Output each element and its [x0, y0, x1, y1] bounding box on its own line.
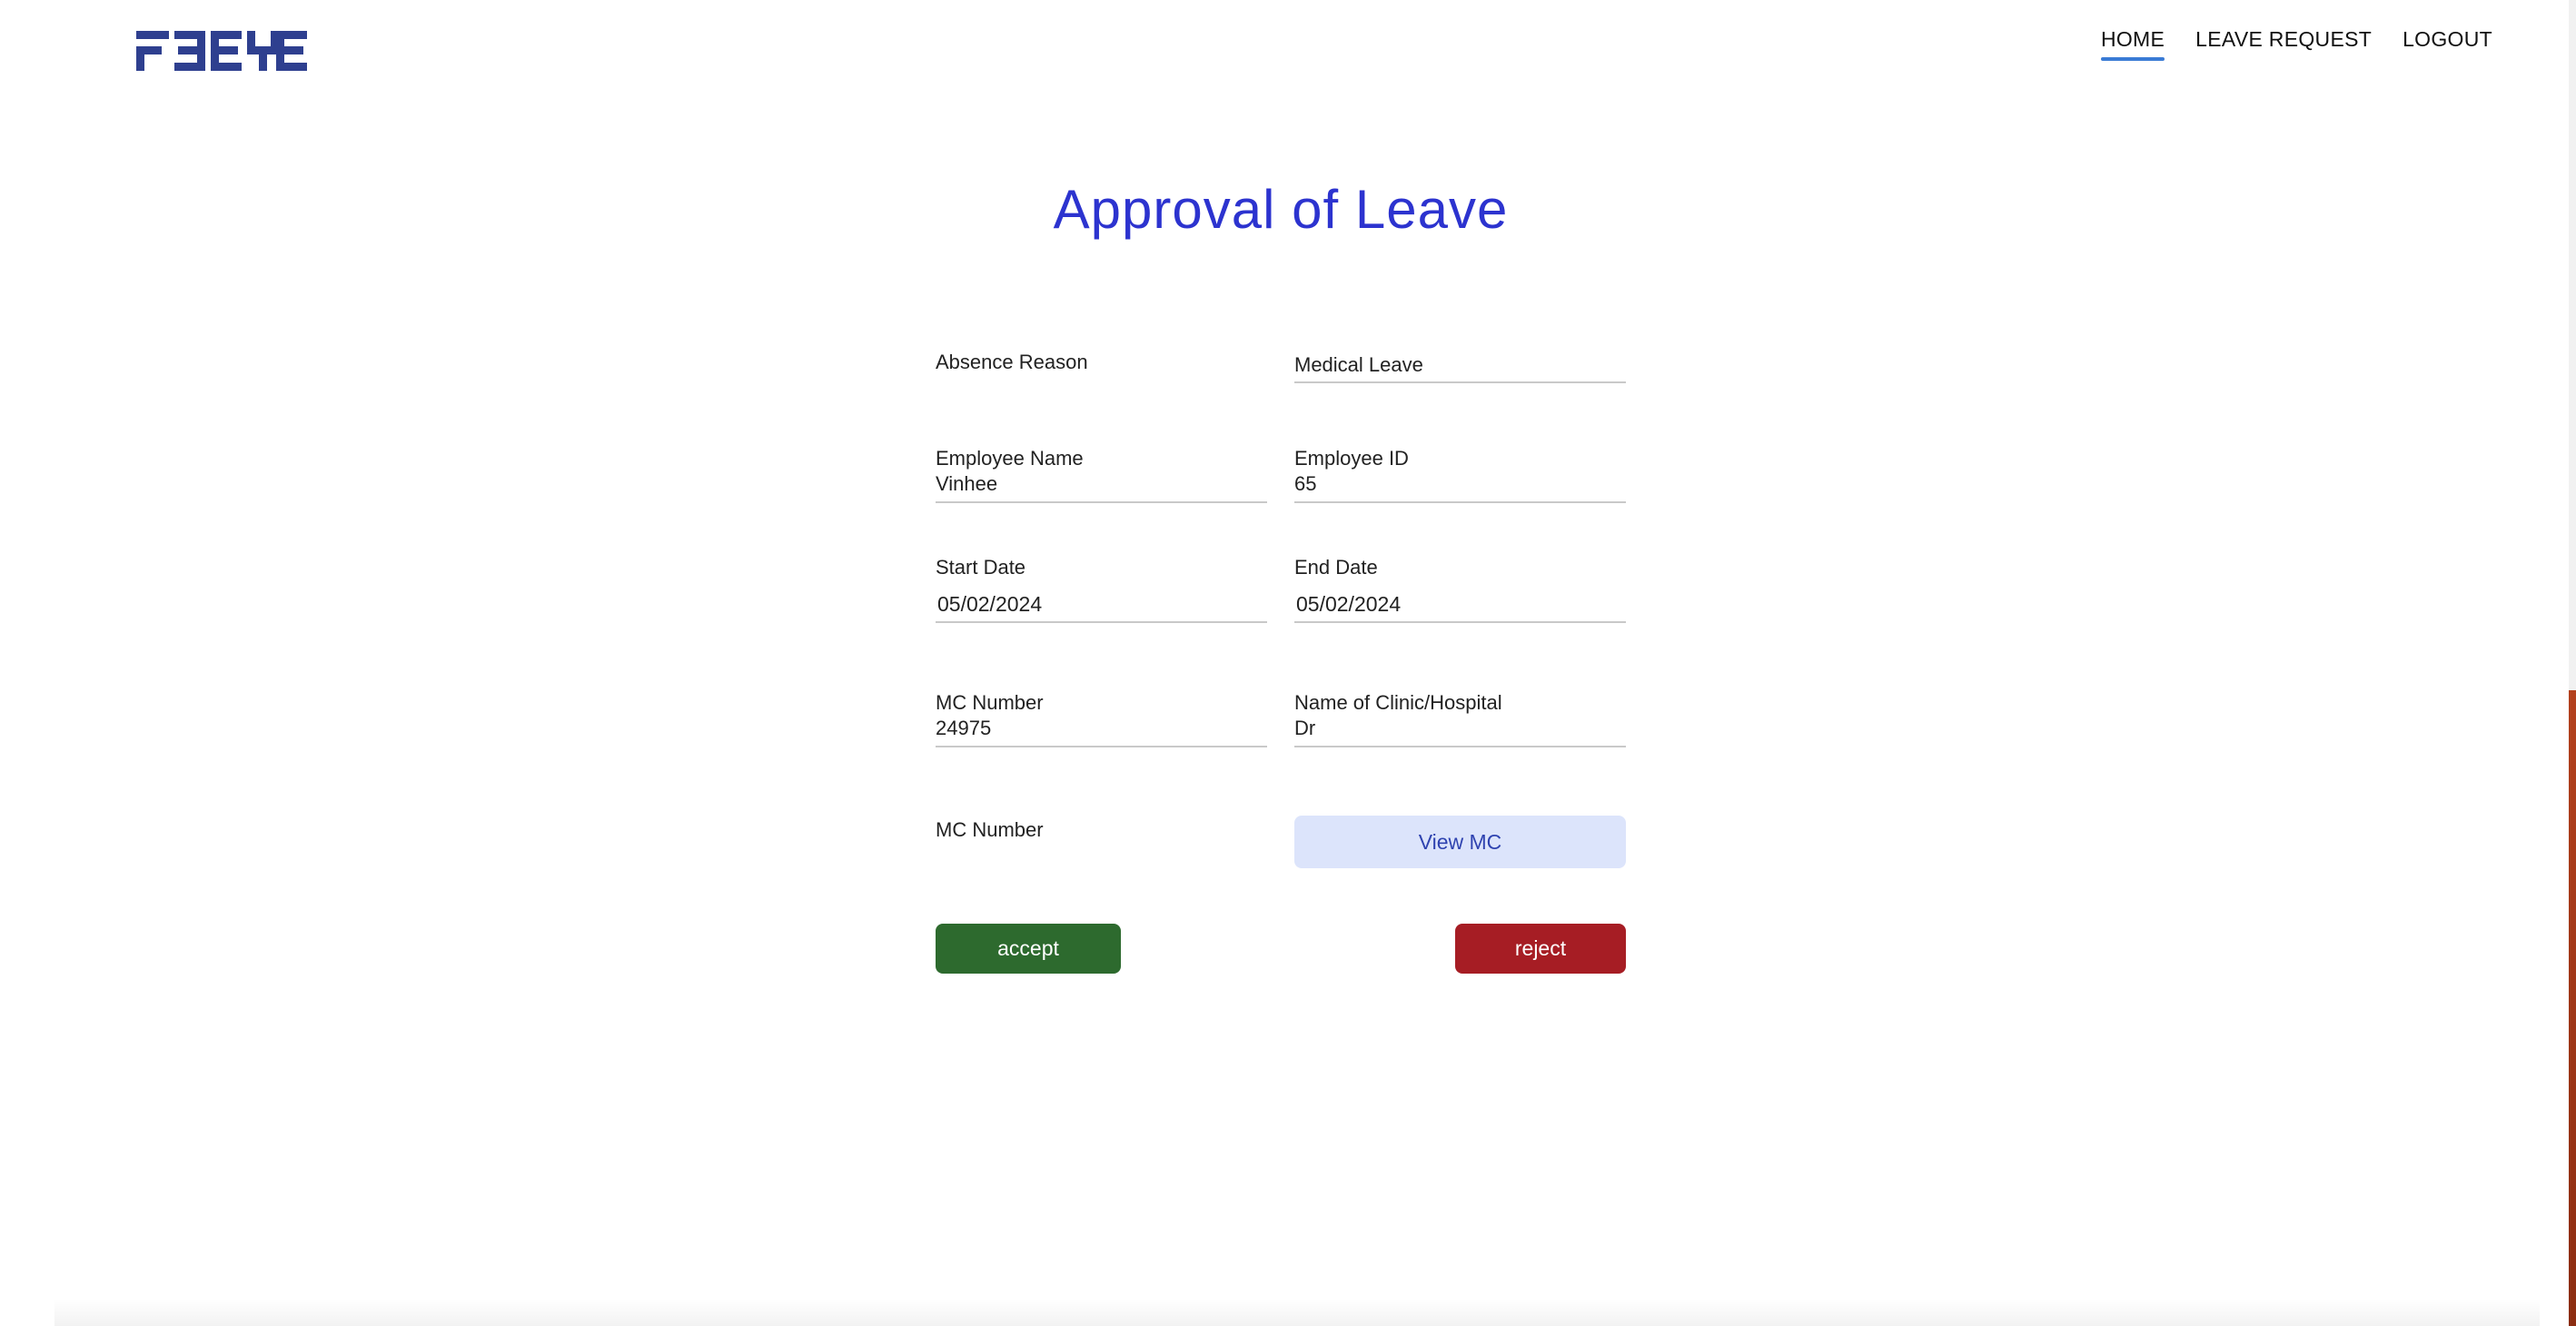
- absence-reason-label: Absence Reason: [936, 351, 1088, 373]
- employee-name-field: Employee Name: [936, 447, 1267, 503]
- fbeye-logo[interactable]: [136, 31, 307, 71]
- end-date-input[interactable]: [1294, 590, 1626, 623]
- start-date-label: Start Date: [936, 556, 1026, 579]
- mc-attachment-field: MC Number: [936, 818, 1267, 842]
- main-nav: HOME LEAVE REQUEST LOGOUT: [2100, 27, 2492, 63]
- clinic-name-input[interactable]: [1294, 715, 1626, 747]
- nav-logout[interactable]: LOGOUT: [2403, 27, 2492, 63]
- start-date-input[interactable]: [936, 590, 1267, 623]
- page-title: Approval of Leave: [1053, 179, 1509, 240]
- nav-leave-request[interactable]: LEAVE REQUEST: [2195, 27, 2372, 63]
- employee-name-label: Employee Name: [936, 447, 1084, 470]
- top-header: HOME LEAVE REQUEST LOGOUT: [0, 0, 2576, 100]
- reject-button[interactable]: reject: [1455, 924, 1626, 974]
- employee-id-input[interactable]: [1294, 470, 1626, 503]
- end-date-field: End Date: [1294, 556, 1626, 623]
- view-mc-button[interactable]: View MC: [1294, 816, 1626, 868]
- accept-button[interactable]: accept: [936, 924, 1121, 974]
- absence-reason-field: Absence Reason: [936, 351, 1267, 374]
- clinic-name-label: Name of Clinic/Hospital: [1294, 691, 1502, 714]
- mc-number-input[interactable]: [936, 715, 1267, 747]
- start-date-field: Start Date: [936, 556, 1267, 623]
- employee-id-label: Employee ID: [1294, 447, 1409, 470]
- absence-reason-value-field: [1294, 351, 1626, 383]
- footer-shadow: [54, 1299, 2540, 1326]
- mc-number-field: MC Number: [936, 691, 1267, 747]
- employee-name-input[interactable]: [936, 470, 1267, 503]
- employee-id-field: Employee ID: [1294, 447, 1626, 503]
- fbeye-logo-icon: [136, 31, 307, 71]
- mc-number-label: MC Number: [936, 691, 1044, 714]
- clinic-name-field: Name of Clinic/Hospital: [1294, 691, 1626, 747]
- absence-reason-input[interactable]: [1294, 351, 1626, 383]
- mc-attachment-label: MC Number: [936, 818, 1044, 841]
- nav-home[interactable]: HOME: [2100, 27, 2165, 63]
- page-scrollbar[interactable]: [2569, 0, 2576, 1326]
- end-date-label: End Date: [1294, 556, 1378, 579]
